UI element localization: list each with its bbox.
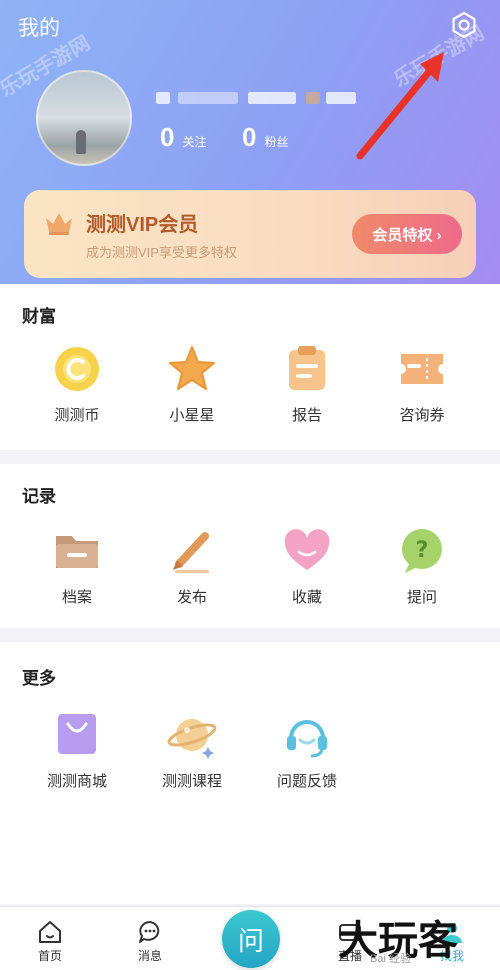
wealth-item-label: 小星星 [169, 407, 215, 424]
followers-count: 0 [242, 122, 257, 152]
records-section: 记录 档案 发布 收藏 ? 提问 [0, 464, 500, 628]
more-item-courses[interactable]: 测测课程 [137, 710, 247, 791]
tab-label: 首页 [37, 949, 62, 963]
records-item-label: 提问 [406, 589, 437, 606]
wealth-section: 财富 测测币 小星星 报告 咨询券 [0, 284, 500, 450]
more-item-mall[interactable]: 测测商城 [22, 710, 132, 791]
tab-home[interactable]: 首页 [10, 919, 90, 964]
question-icon: ? [397, 526, 447, 576]
records-item-label: 发布 [176, 589, 207, 606]
username-redacted [156, 92, 356, 104]
heart-icon [282, 526, 332, 576]
headset-icon [282, 710, 332, 760]
tab-messages[interactable]: 消息 [110, 919, 190, 964]
following-stat[interactable]: 0 关注 [160, 122, 206, 153]
records-item-ask[interactable]: ? 提问 [367, 526, 477, 607]
vip-title: 测测VIP会员 [86, 214, 199, 236]
more-section: 更多 测测商城 测测课程 问题反馈 [0, 642, 500, 904]
vip-subtitle: 成为测测VIP享受更多特权 [86, 245, 237, 260]
avatar[interactable] [36, 70, 132, 166]
shopping-bag-icon [52, 710, 102, 760]
coin-icon [52, 344, 102, 394]
vip-privileges-button[interactable]: 会员特权 › [352, 214, 462, 254]
wealth-item-coin[interactable]: 测测币 [22, 344, 132, 425]
wealth-item-label: 测测币 [54, 407, 100, 424]
wealth-item-report[interactable]: 报告 [252, 344, 362, 425]
planet-icon [167, 710, 217, 760]
more-item-label: 测测课程 [161, 773, 222, 790]
svg-text:?: ? [416, 538, 429, 563]
followers-label: 粉丝 [264, 135, 289, 149]
more-item-label: 问题反馈 [276, 773, 337, 790]
crown-icon [44, 210, 74, 236]
tab-label: 消息 [137, 949, 162, 963]
records-item-favorites[interactable]: 收藏 [252, 526, 362, 607]
records-item-label: 收藏 [291, 589, 322, 606]
following-count: 0 [160, 122, 175, 152]
vip-card[interactable]: 测测VIP会员 成为测测VIP享受更多特权 会员特权 › [24, 190, 476, 278]
wealth-title: 财富 [22, 307, 56, 326]
folder-icon [52, 526, 102, 576]
star-icon [167, 344, 217, 394]
ticket-icon [397, 344, 447, 394]
wealth-item-label: 咨询券 [399, 407, 445, 424]
avatar-figure [76, 130, 86, 154]
followers-stat[interactable]: 0 粉丝 [242, 122, 288, 153]
records-item-label: 档案 [61, 589, 92, 606]
wealth-item-stars[interactable]: 小星星 [137, 344, 247, 425]
wealth-item-label: 报告 [291, 407, 322, 424]
baidu-watermark: Bai 经验 [370, 953, 411, 965]
message-icon [137, 919, 163, 945]
ask-button[interactable]: 问 [222, 910, 280, 968]
home-icon [37, 919, 63, 945]
following-label: 关注 [182, 135, 207, 149]
report-icon [282, 344, 332, 394]
records-item-archive[interactable]: 档案 [22, 526, 132, 607]
page-title: 我的 [18, 17, 60, 40]
records-item-publish[interactable]: 发布 [137, 526, 247, 607]
pen-icon [167, 526, 217, 576]
more-item-label: 测测商城 [46, 773, 107, 790]
wealth-item-coupon[interactable]: 咨询券 [367, 344, 477, 425]
more-title: 更多 [22, 669, 56, 688]
more-item-feedback[interactable]: 问题反馈 [252, 710, 362, 791]
red-arrow-annotation [350, 46, 460, 166]
records-title: 记录 [22, 487, 56, 506]
